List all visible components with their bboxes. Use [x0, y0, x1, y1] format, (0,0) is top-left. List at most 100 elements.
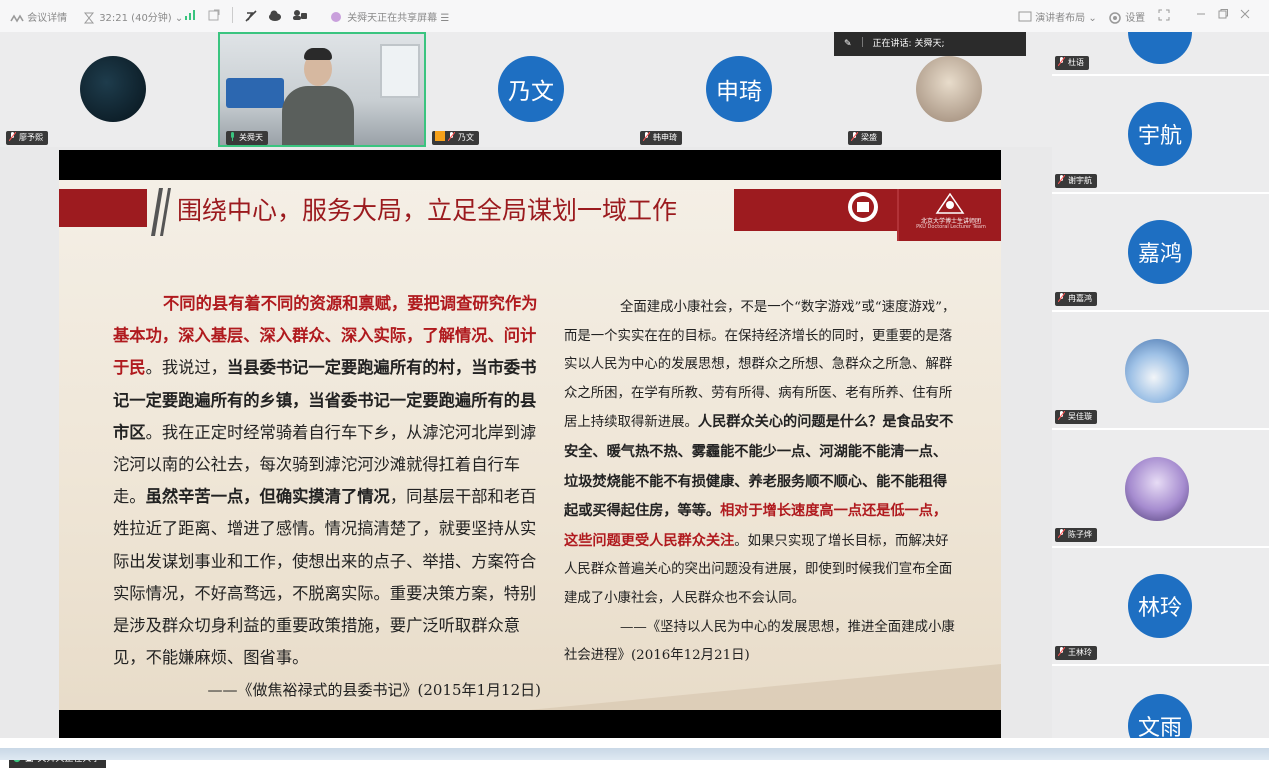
participant-name: 谢宇航	[1068, 176, 1092, 185]
mic-muted-icon	[1058, 293, 1065, 302]
left-citation: ——《做焦裕禄式的县委书记》(2015年1月12日)	[207, 681, 541, 700]
shared-slide: 围绕中心，服务大局，立足全局谋划一域工作 北京大学博士生讲师团 PKU Doct…	[59, 180, 1001, 710]
avatar: 嘉鸿	[1128, 220, 1192, 284]
sofa-shape	[226, 78, 284, 108]
participant-tile[interactable]: 陈子烨	[1052, 432, 1269, 548]
screen-share-notice[interactable]: 关舜天正在共享屏幕 ☰	[330, 9, 449, 25]
mic-muted-icon	[1058, 57, 1065, 66]
participant-name: 廖予熙	[19, 133, 43, 142]
participant-name-tag: 吴佳璇	[1055, 410, 1097, 424]
participant-sidebar[interactable]: 杜语 宇航 谢宇航 嘉鸿 冉嘉鸿 吴佳璇 陈子烨 林玲 王林玲 文雨	[1052, 32, 1269, 738]
left-text-3: ，同基层干部和老百姓拉近了距离、增进了感情。情况搞清楚了，就要坚持从实际出发谋划…	[113, 487, 537, 668]
avatar	[916, 56, 982, 122]
lecturer-team-logo: 北京大学博士生讲师团 PKU Doctoral Lecturer Team	[897, 189, 1001, 241]
mic-muted-icon	[1058, 529, 1065, 538]
presenter-layout-button[interactable]: 演讲者布局 ⌄	[1018, 9, 1097, 25]
speaker-label: 正在讲话:	[872, 39, 912, 49]
participant-tile[interactable]: 申琦 韩申琦	[634, 32, 842, 147]
slide-corner-decoration	[529, 664, 1001, 710]
window-shape	[380, 44, 420, 98]
hourglass-icon	[82, 11, 96, 25]
university-seal-icon	[848, 192, 878, 222]
slide-left-column: 不同的县有着不同的资源和禀赋，要把调查研究作为基本功，深入基层、深入群众、深入实…	[113, 288, 541, 707]
settings-button[interactable]: 设置	[1108, 9, 1145, 25]
divider	[861, 37, 863, 47]
cloud-icon[interactable]	[268, 9, 282, 24]
participant-name-tag: 谢宇航	[1055, 174, 1097, 188]
participant-name-tag: 陈子烨	[1055, 528, 1097, 542]
participants-icon[interactable]	[292, 9, 308, 24]
mic-muted-icon	[851, 132, 858, 141]
participant-name-tag: 韩申琦	[640, 131, 682, 145]
meeting-logo-icon	[10, 11, 24, 25]
mic-muted-icon	[1058, 175, 1065, 184]
participant-name-tag: 关舜天	[226, 131, 268, 145]
person-hair	[304, 48, 332, 60]
meeting-details-button[interactable]: 会议详情	[10, 9, 67, 25]
participant-name: 乃文	[458, 133, 474, 142]
meeting-details-label: 会议详情	[27, 13, 68, 24]
participant-tile[interactable]: 杜语	[1052, 32, 1269, 76]
close-icon[interactable]	[1240, 9, 1250, 22]
participant-name-tag: 廖予熙	[6, 131, 48, 145]
mic-muted-icon	[643, 132, 650, 141]
participant-tile[interactable]: 乃文 乃文	[426, 32, 634, 147]
avatar	[80, 56, 146, 122]
avatar: 宇航	[1128, 102, 1192, 166]
avatar: 申琦	[706, 56, 772, 122]
title-bar: 会议详情 32:21 (40分钟) ⌄ 关舜天正在共享屏幕 ☰ 演讲者布局 ⌄ …	[0, 0, 1269, 32]
timer-label: 32:21 (40分钟)	[99, 13, 172, 24]
participant-name: 梁盛	[861, 133, 877, 142]
mic-muted-icon	[9, 132, 16, 141]
toolbar-separator	[232, 7, 234, 26]
participant-tile[interactable]: 廖予熙	[0, 32, 218, 147]
participant-tile[interactable]: 林玲 王林玲	[1052, 550, 1269, 666]
fullscreen-icon[interactable]	[1158, 9, 1170, 24]
speaker-mic-icon: ✎	[844, 39, 852, 49]
mic-muted-icon	[1058, 647, 1065, 656]
avatar: 林玲	[1128, 574, 1192, 638]
host-badge	[435, 131, 445, 141]
banner-slash-icon	[151, 188, 171, 236]
mic-muted-icon	[448, 132, 455, 141]
restore-icon[interactable]	[1218, 9, 1228, 22]
sharing-notice-label: 关舜天正在共享屏幕	[347, 13, 438, 24]
participant-video-tile[interactable]: 关舜天	[218, 32, 426, 147]
mic-active-icon	[231, 132, 234, 141]
layout-icon	[1018, 11, 1032, 25]
signal-icon[interactable]	[184, 9, 196, 24]
avatar: 乃文	[498, 56, 564, 122]
right-text-1: 全面建成小康社会，不是一个“数字游戏”或“速度游戏”，而是一个实实在在的目标。在…	[564, 300, 956, 431]
gear-icon	[1108, 11, 1122, 25]
participant-name: 吴佳璇	[1068, 412, 1092, 421]
avatar: 文雨	[1128, 694, 1192, 738]
team-logo-icon	[935, 193, 965, 214]
mic-muted-icon	[1058, 411, 1065, 420]
participant-name: 冉嘉鸿	[1068, 294, 1092, 303]
meeting-stage: 廖予熙 关舜天 乃文 乃文 申琦 韩申琦 梁盛 ✎ 正在讲话: 关舜天; 围绕中心…	[0, 32, 1052, 768]
avatar	[1125, 457, 1189, 521]
layout-label: 演讲者布局	[1035, 13, 1086, 24]
participant-name-tag: 杜语	[1055, 56, 1089, 70]
participant-tile[interactable]: 宇航 谢宇航	[1052, 78, 1269, 194]
external-window-icon[interactable]	[208, 9, 220, 24]
video-frame	[220, 34, 424, 145]
share-status-icon	[330, 11, 344, 25]
meeting-timer[interactable]: 32:21 (40分钟) ⌄	[82, 9, 183, 25]
person-body	[282, 86, 354, 145]
participant-tile[interactable]: 吴佳璇	[1052, 314, 1269, 430]
avatar	[1125, 339, 1189, 403]
participant-tile[interactable]: 文雨	[1052, 668, 1269, 738]
active-speaker-indicator: ✎ 正在讲话: 关舜天;	[834, 32, 1026, 56]
settings-label: 设置	[1125, 13, 1146, 24]
mute-all-icon[interactable]	[244, 9, 258, 26]
participant-name-tag: 乃文	[432, 131, 479, 145]
participant-name: 关舜天	[239, 133, 263, 142]
left-bold-2: 虽然辛苦一点，但确实摸清了情况	[145, 487, 390, 507]
participant-name: 韩申琦	[653, 133, 677, 142]
left-text-1: 。我说过，	[145, 358, 227, 378]
minimize-icon[interactable]	[1196, 9, 1206, 22]
participant-tile[interactable]: 嘉鸿 冉嘉鸿	[1052, 196, 1269, 312]
slide-title: 围绕中心，服务大局，立足全局谋划一域工作	[177, 196, 678, 225]
avatar	[1128, 32, 1192, 64]
